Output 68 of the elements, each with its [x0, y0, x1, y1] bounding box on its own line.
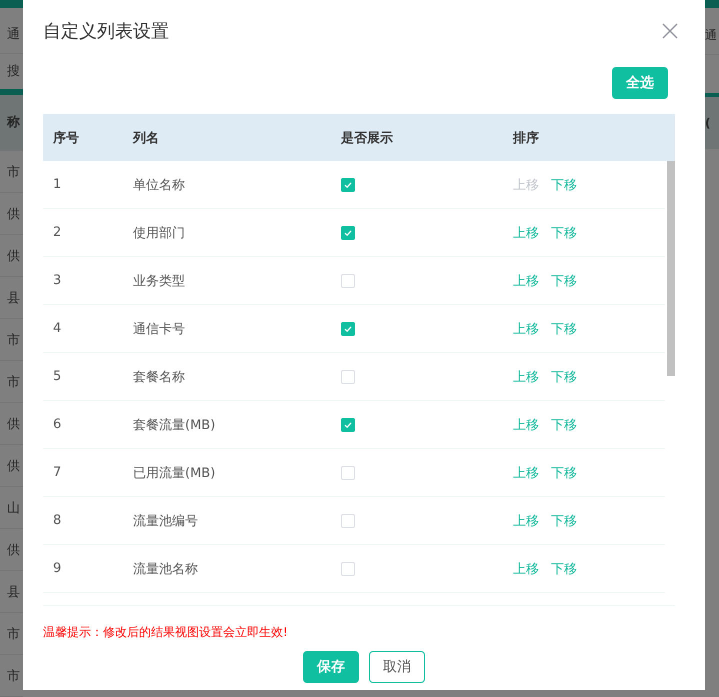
table-cell: 9: [53, 561, 62, 576]
background-text: 供: [7, 416, 20, 433]
checkbox[interactable]: [341, 322, 355, 336]
background-text: 称: [7, 114, 20, 132]
background-text: 通: [705, 26, 717, 44]
move-up-link[interactable]: 上移: [513, 320, 539, 338]
column-header: 列名: [133, 130, 159, 146]
table-cell: 6: [53, 417, 62, 432]
checkbox[interactable]: [341, 226, 355, 240]
column-header: 排序: [513, 130, 539, 146]
move-up-link[interactable]: 上移: [513, 464, 539, 482]
table-cell-text: 使用部门: [133, 224, 185, 242]
background-text: 供: [7, 248, 20, 265]
background-text: 县: [7, 584, 20, 601]
column-header: 是否展示: [341, 130, 393, 146]
background-text: 县: [7, 290, 20, 307]
save-button[interactable]: 保存: [303, 651, 359, 683]
background-text: 供: [7, 206, 20, 223]
table-cell-text: 流量池名称: [133, 560, 198, 578]
background-text: 市: [7, 164, 20, 181]
background-text: 市: [7, 332, 20, 349]
background-text: 搜: [7, 63, 20, 80]
move-down-link[interactable]: 下移: [551, 320, 577, 338]
move-up-link[interactable]: 上移: [513, 512, 539, 530]
background-text: 通: [7, 26, 20, 44]
table-cell-text: 通信卡号: [133, 320, 185, 338]
move-down-link[interactable]: 下移: [551, 224, 577, 242]
select-all-button[interactable]: 全选: [612, 67, 668, 99]
cancel-button[interactable]: 取消: [369, 651, 425, 683]
dialog-title: 自定义列表设置: [43, 20, 169, 43]
background-text: 市: [7, 668, 20, 685]
move-down-link[interactable]: 下移: [551, 368, 577, 386]
background-text: (: [705, 116, 710, 130]
table-cell-text: 业务类型: [133, 272, 185, 290]
close-icon[interactable]: [662, 23, 678, 39]
move-up-link[interactable]: 上移: [513, 560, 539, 578]
table-cell: 5: [53, 369, 62, 384]
move-down-link[interactable]: 下移: [551, 176, 577, 194]
table-cell: 3: [53, 273, 62, 288]
table-cell: 2: [53, 225, 62, 240]
move-up-link[interactable]: 上移: [513, 272, 539, 290]
table-cell: 8: [53, 513, 62, 528]
move-up-link[interactable]: 上移: [513, 416, 539, 434]
table-cell-text: 套餐名称: [133, 368, 185, 386]
move-up-link[interactable]: 上移: [513, 368, 539, 386]
checkbox[interactable]: [341, 418, 355, 432]
table-cell-text: 套餐流量(MB): [133, 416, 216, 434]
background-text: 供: [7, 458, 20, 475]
move-down-link[interactable]: 下移: [551, 272, 577, 290]
table-cell: 7: [53, 465, 62, 480]
table-cell-text: 已用流量(MB): [133, 464, 216, 482]
warning-text: 温馨提示：修改后的结果视图设置会立即生效!: [43, 624, 289, 641]
table-cell: 4: [53, 321, 62, 336]
background-text: 供: [7, 542, 20, 559]
table-cell-text: 流量池编号: [133, 512, 198, 530]
background-text: 市: [7, 374, 20, 391]
table-cell: 1: [53, 177, 62, 192]
move-up-link[interactable]: 上移: [513, 224, 539, 242]
checkbox[interactable]: [341, 178, 355, 192]
table-cell-text: 单位名称: [133, 176, 185, 194]
move-down-link[interactable]: 下移: [551, 464, 577, 482]
move-down-link[interactable]: 下移: [551, 560, 577, 578]
background-text: 市: [7, 626, 20, 643]
column-header: 序号: [53, 130, 79, 146]
background-text: 山: [7, 500, 20, 517]
move-down-link[interactable]: 下移: [551, 416, 577, 434]
move-down-link[interactable]: 下移: [551, 512, 577, 530]
scrollbar[interactable]: [667, 161, 675, 376]
